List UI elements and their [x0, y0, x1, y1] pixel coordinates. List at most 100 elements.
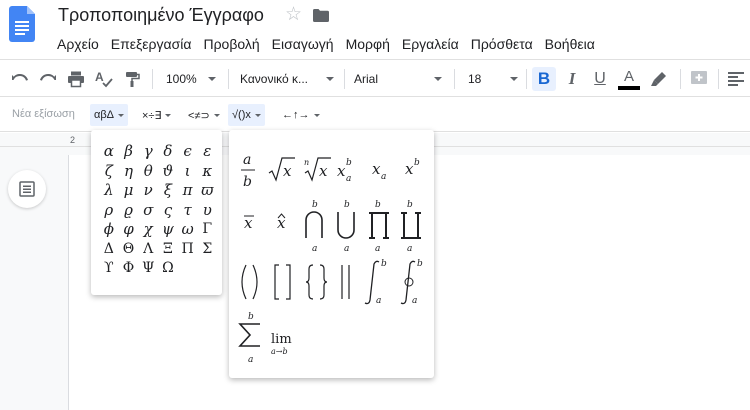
relations-menu[interactable]: <≠⊃: [184, 104, 224, 126]
misc-operations-menu[interactable]: ×÷∃: [138, 104, 175, 126]
new-equation-button[interactable]: Νέα εξίσωση: [12, 108, 75, 120]
curly-braces-symbol[interactable]: [305, 264, 328, 300]
big-union-symbol[interactable]: b a: [337, 200, 355, 254]
greek-symbol[interactable]: ρ: [99, 201, 119, 221]
nth-root-symbol[interactable]: n x: [304, 157, 331, 182]
subscript-symbol[interactable]: x a: [372, 160, 386, 182]
greek-symbol[interactable]: γ: [138, 142, 158, 162]
zoom-dropdown[interactable]: 100%: [160, 67, 220, 91]
superscript-subscript-symbol[interactable]: x b a: [337, 158, 352, 184]
undo-button[interactable]: [8, 67, 32, 91]
docs-logo-icon[interactable]: [9, 6, 35, 42]
greek-symbol[interactable]: Φ: [119, 259, 139, 279]
text-color-button[interactable]: A: [616, 67, 642, 91]
spellcheck-button[interactable]: A: [92, 67, 116, 91]
greek-symbol[interactable]: φ: [119, 220, 139, 240]
greek-symbol[interactable]: ϱ: [119, 201, 139, 221]
menu-format[interactable]: Μορφή: [340, 34, 396, 54]
fraction-symbol[interactable]: a b: [241, 152, 255, 190]
greek-symbol[interactable]: υ: [197, 201, 217, 221]
greek-symbol[interactable]: Ξ: [158, 240, 178, 260]
bold-button[interactable]: B: [532, 67, 556, 91]
greek-symbol[interactable]: ε: [197, 142, 217, 162]
big-intersection-symbol[interactable]: b a: [305, 200, 323, 254]
hat-symbol[interactable]: x: [277, 213, 286, 232]
highlight-button[interactable]: [646, 67, 672, 91]
greek-symbol[interactable]: β: [119, 142, 139, 162]
document-title[interactable]: Τροποποιημένο Έγγραφο: [58, 5, 264, 26]
greek-symbol[interactable]: Ψ: [138, 259, 158, 279]
contour-integral-symbol[interactable]: b a: [400, 259, 423, 306]
menu-edit[interactable]: Επεξεργασία: [105, 34, 198, 54]
greek-symbol[interactable]: α: [99, 142, 119, 162]
greek-letters-menu[interactable]: αβΔ: [90, 104, 129, 126]
greek-symbol[interactable]: ϒ: [99, 259, 119, 279]
paint-format-button[interactable]: [120, 67, 144, 91]
italic-button[interactable]: I: [560, 67, 584, 91]
document-outline-button[interactable]: [8, 170, 46, 208]
greek-symbol[interactable]: Θ: [119, 240, 139, 260]
greek-symbol[interactable]: θ: [138, 162, 158, 182]
font-dropdown[interactable]: Arial: [350, 67, 446, 91]
greek-symbol[interactable]: ω: [178, 220, 198, 240]
arrows-menu[interactable]: ←↑→: [278, 104, 324, 126]
limit-symbol[interactable]: lim a→b: [271, 332, 292, 356]
greek-symbol[interactable]: Λ: [138, 240, 158, 260]
font-size-dropdown[interactable]: 18: [462, 67, 522, 91]
summation-symbol[interactable]: b a: [238, 312, 260, 365]
menu-help[interactable]: Βοήθεια: [539, 34, 601, 54]
menu-addons[interactable]: Πρόσθετα: [465, 34, 539, 54]
big-coproduct-symbol[interactable]: b a: [401, 200, 421, 254]
menu-insert[interactable]: Εισαγωγή: [266, 34, 340, 54]
greek-symbol[interactable]: τ: [178, 201, 198, 221]
insert-comment-button[interactable]: [686, 67, 712, 91]
underline-button[interactable]: U: [588, 67, 612, 91]
print-button[interactable]: [64, 67, 88, 91]
greek-symbol[interactable]: ϖ: [197, 181, 217, 201]
style-value: Κανονικό κ...: [240, 72, 308, 86]
toolbar-separator: [454, 69, 455, 89]
chevron-down-icon: [213, 113, 220, 117]
greek-symbol[interactable]: ϵ: [178, 142, 198, 162]
square-root-symbol[interactable]: x: [268, 157, 295, 182]
greek-symbol[interactable]: ς: [158, 201, 178, 221]
integral-symbol[interactable]: b a: [364, 259, 387, 306]
menu-file[interactable]: Αρχείο: [51, 34, 105, 54]
menu-tools[interactable]: Εργαλεία: [396, 34, 465, 54]
menu-view[interactable]: Προβολή: [197, 34, 265, 54]
greek-symbol[interactable]: Ω: [158, 259, 178, 279]
svg-text:b: b: [346, 158, 352, 168]
greek-symbol[interactable]: π: [178, 181, 198, 201]
redo-button[interactable]: [36, 67, 60, 91]
greek-symbol[interactable]: δ: [158, 142, 178, 162]
superscript-symbol[interactable]: x b: [405, 158, 420, 178]
greek-symbol[interactable]: ψ: [158, 220, 178, 240]
greek-symbol[interactable]: ζ: [99, 162, 119, 182]
greek-symbol[interactable]: Π: [178, 240, 198, 260]
greek-symbol[interactable]: ξ: [158, 181, 178, 201]
absolute-value-symbol[interactable]: [341, 265, 350, 299]
greek-symbol[interactable]: σ: [138, 201, 158, 221]
overline-symbol[interactable]: x: [244, 214, 254, 232]
greek-symbol[interactable]: Σ: [197, 240, 217, 260]
greek-symbol[interactable]: κ: [197, 162, 217, 182]
greek-symbol[interactable]: ϑ: [158, 162, 178, 182]
folder-icon[interactable]: [313, 9, 329, 22]
parentheses-symbol[interactable]: [241, 264, 258, 300]
greek-symbol[interactable]: Δ: [99, 240, 119, 260]
math-operations-menu[interactable]: √()x: [228, 104, 265, 126]
math-operations-grid: a b x n x x b a x a x b x x b a b a b a …: [238, 152, 423, 365]
greek-symbol[interactable]: Γ: [197, 220, 217, 240]
greek-symbol[interactable]: η: [119, 162, 139, 182]
big-product-symbol[interactable]: b a: [369, 200, 389, 254]
greek-symbol[interactable]: ι: [178, 162, 198, 182]
greek-symbol[interactable]: χ: [138, 220, 158, 240]
square-brackets-symbol[interactable]: [274, 264, 291, 300]
greek-symbol[interactable]: λ: [99, 181, 119, 201]
star-icon[interactable]: ☆: [285, 3, 302, 26]
align-left-button[interactable]: [724, 67, 748, 91]
style-dropdown[interactable]: Κανονικό κ...: [236, 67, 336, 91]
greek-symbol[interactable]: ν: [138, 181, 158, 201]
greek-symbol[interactable]: μ: [119, 181, 139, 201]
greek-symbol[interactable]: ϕ: [99, 220, 119, 240]
